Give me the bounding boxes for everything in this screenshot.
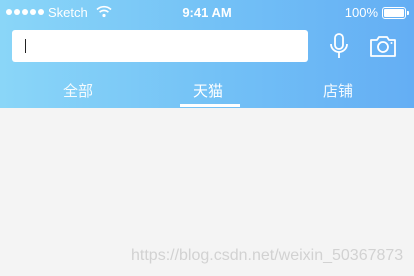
camera-icon[interactable] bbox=[368, 32, 398, 60]
battery-icon bbox=[382, 7, 409, 19]
tab-tmall[interactable]: 天猫 bbox=[178, 80, 238, 101]
text-caret bbox=[25, 39, 26, 53]
microphone-icon[interactable] bbox=[326, 32, 352, 60]
tab-bar: 全部 天猫 店铺 bbox=[0, 74, 414, 108]
search-input[interactable] bbox=[12, 30, 308, 62]
top-header: Sketch 9:41 AM 100% 全部 天猫 店铺 bbox=[0, 0, 414, 108]
search-box[interactable] bbox=[12, 30, 308, 62]
tab-all[interactable]: 全部 bbox=[48, 80, 108, 101]
battery-percent: 100% bbox=[344, 5, 378, 20]
status-bar: Sketch 9:41 AM 100% bbox=[0, 0, 414, 26]
tab-shops[interactable]: 店铺 bbox=[308, 80, 368, 101]
watermark: https://blog.csdn.net/weixin_50367873 bbox=[131, 247, 404, 264]
active-tab-indicator bbox=[180, 104, 240, 107]
